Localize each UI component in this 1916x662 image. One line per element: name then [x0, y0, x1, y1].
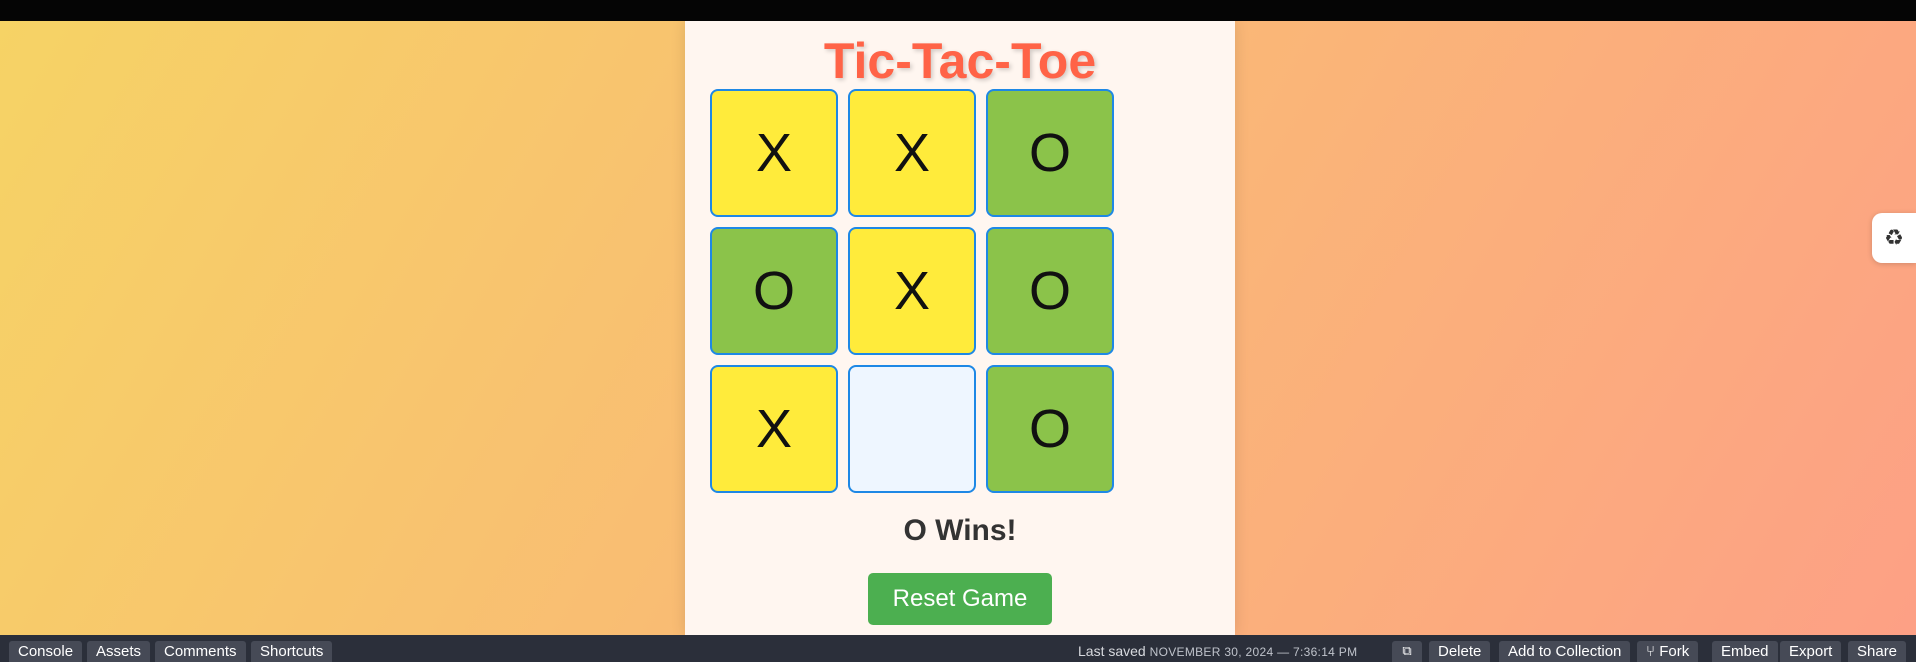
board-cell[interactable]: O [986, 227, 1114, 355]
preview-area: Tic-Tac-Toe X X O O X O X O O Wins! Rese… [0, 21, 1916, 635]
reset-game-button[interactable]: Reset Game [868, 573, 1052, 625]
embed-button[interactable]: Embed [1712, 641, 1778, 662]
fork-icon: ⑂ [1646, 643, 1656, 660]
fork-button[interactable]: ⑂ Fork [1637, 641, 1699, 662]
board-cell[interactable] [848, 365, 976, 493]
bottom-bar: Console Assets Comments Shortcuts Last s… [0, 635, 1916, 662]
board-cell[interactable]: X [710, 365, 838, 493]
game-title: Tic-Tac-Toe [823, 33, 1097, 89]
game-container: Tic-Tac-Toe X X O O X O X O O Wins! Rese… [685, 21, 1235, 635]
shortcuts-button[interactable]: Shortcuts [251, 641, 333, 662]
comments-button[interactable]: Comments [155, 641, 246, 662]
console-button[interactable]: Console [9, 641, 83, 662]
board-cell[interactable]: O [986, 365, 1114, 493]
last-saved-date: NOVEMBER 30, 2024 — 7:36:14 PM [1149, 645, 1358, 659]
assets-button[interactable]: Assets [87, 641, 151, 662]
side-panel-toggle[interactable]: ♻ [1872, 213, 1916, 263]
recycle-icon: ♻ [1884, 225, 1904, 251]
add-to-collection-button[interactable]: Add to Collection [1499, 641, 1631, 662]
share-button[interactable]: Share [1848, 641, 1907, 662]
game-status: O Wins! [903, 514, 1017, 547]
board-cell[interactable]: X [848, 227, 976, 355]
delete-button[interactable]: Delete [1429, 641, 1491, 662]
last-saved: Last saved NOVEMBER 30, 2024 — 7:36:14 P… [1078, 641, 1357, 662]
board-cell[interactable]: X [710, 89, 838, 217]
game-board: X X O O X O X O [710, 89, 1114, 493]
top-strip [0, 0, 1916, 21]
board-cell[interactable]: O [986, 89, 1114, 217]
fork-label: Fork [1659, 643, 1690, 660]
board-cell[interactable]: O [710, 227, 838, 355]
last-saved-label: Last saved [1078, 643, 1146, 659]
export-button[interactable]: Export [1780, 641, 1842, 662]
external-link-icon[interactable]: ⧉ [1392, 641, 1422, 662]
board-cell[interactable]: X [848, 89, 976, 217]
